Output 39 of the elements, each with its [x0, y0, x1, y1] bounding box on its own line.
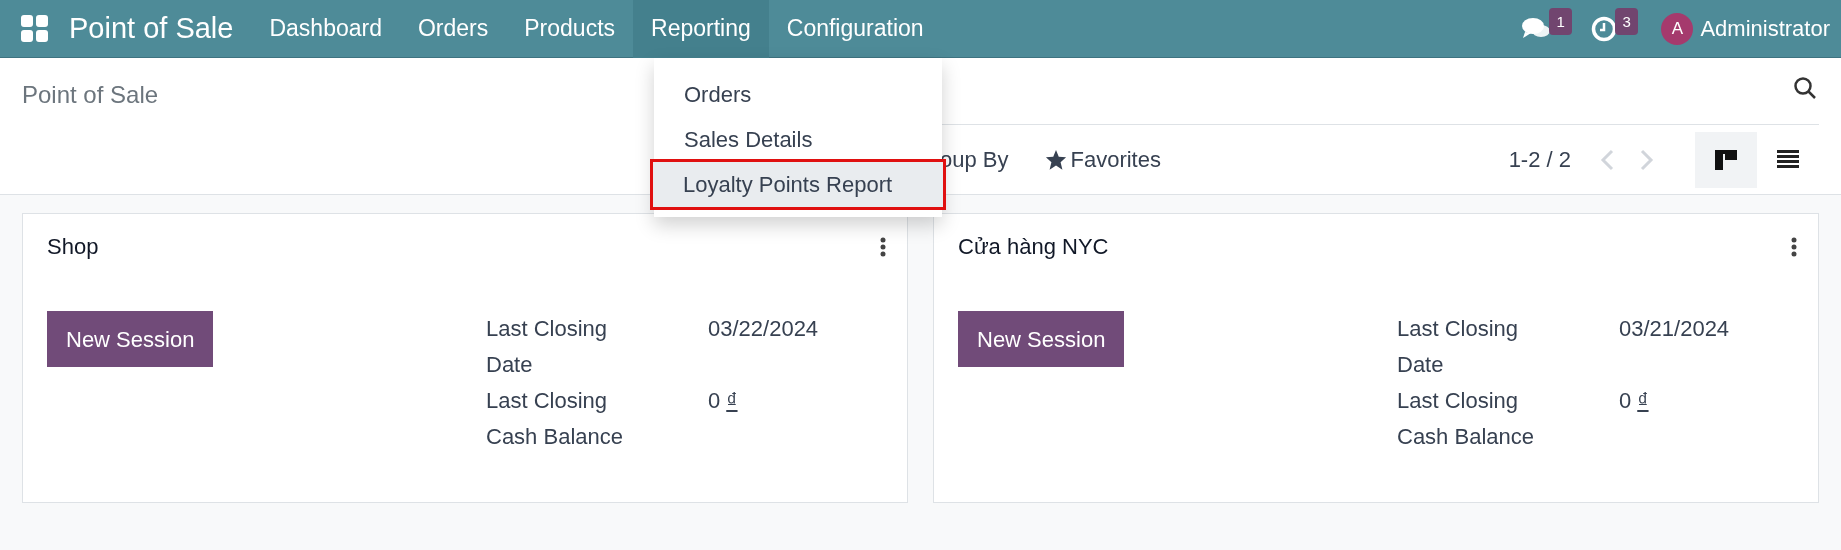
field-value: 03/22/2024	[708, 315, 819, 343]
new-session-button[interactable]: New Session	[47, 311, 214, 367]
nav-menu-item[interactable]: Configuration	[768, 0, 942, 58]
dropdown-menu-item[interactable]: Orders	[654, 72, 942, 117]
currency-symbol: ₫	[726, 387, 738, 415]
user-avatar[interactable]: A	[1661, 12, 1694, 45]
apps-grid-icon[interactable]	[21, 14, 49, 43]
star-icon	[1044, 148, 1067, 171]
dropdown-menu-item[interactable]: Loyalty Points Report	[653, 162, 943, 207]
search-icon[interactable]	[1793, 76, 1817, 100]
new-session-button[interactable]: New Session	[958, 311, 1125, 367]
message-count-badge: 1	[1549, 7, 1572, 35]
pos-name: Cửa hàng NYC	[958, 233, 1109, 261]
field-value: 03/21/2024	[1619, 315, 1730, 343]
field-label: Last Closing Cash Balance	[1397, 387, 1535, 451]
dropdown-menu-item[interactable]: Sales Details	[654, 117, 942, 162]
activity-count-badge: 3	[1615, 7, 1638, 35]
field-value: 0	[708, 387, 721, 415]
more-options-icon[interactable]	[880, 236, 886, 257]
user-name[interactable]: Administrator	[1700, 12, 1830, 45]
favorites-toggle[interactable]: Favorites	[1070, 143, 1161, 176]
pos-name: Shop	[47, 233, 99, 261]
list-view-icon	[1776, 148, 1800, 171]
currency-symbol: ₫	[1637, 387, 1649, 415]
nav-menu-item[interactable]: Reporting	[633, 0, 769, 58]
field-label: Last Closing Date	[486, 315, 609, 379]
clock-icon[interactable]	[1591, 15, 1618, 42]
nav-menu-item[interactable]: Products	[506, 0, 634, 58]
pager-value[interactable]: 1-2 / 2	[1508, 143, 1571, 176]
field-label: Last Closing Date	[1397, 315, 1520, 379]
app-name[interactable]: Point of Sale	[69, 6, 234, 51]
nav-menu-item[interactable]: Dashboard	[251, 0, 400, 58]
more-options-icon[interactable]	[1791, 236, 1797, 257]
view-switch-button[interactable]	[1695, 131, 1757, 188]
page-title: Point of Sale	[22, 80, 159, 110]
field-value: 0	[1619, 387, 1632, 415]
kanban-view-icon	[1714, 147, 1738, 172]
field-label: Last Closing Cash Balance	[486, 387, 624, 451]
nav-menu-item[interactable]: Orders	[400, 0, 507, 58]
